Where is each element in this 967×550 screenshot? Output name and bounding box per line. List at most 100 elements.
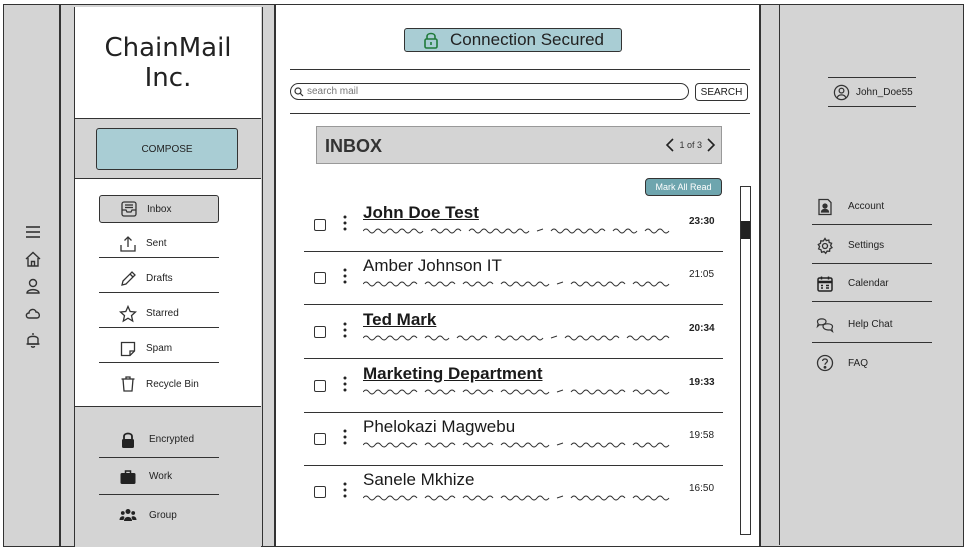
folder-recycle-bin[interactable]: Recycle Bin (99, 370, 219, 398)
folder-label: Recycle Bin (146, 378, 199, 390)
pagination: 1 of 3 (664, 137, 717, 153)
email-checkbox[interactable] (314, 433, 326, 445)
email-checkbox[interactable] (314, 272, 326, 284)
left-rail (3, 4, 60, 547)
email-preview-scribble (363, 335, 670, 341)
page-indicator: 1 of 3 (679, 140, 702, 150)
email-time: 23:30 (689, 216, 715, 227)
user-avatar-icon (833, 84, 850, 100)
question-icon (816, 354, 834, 372)
email-checkbox[interactable] (314, 380, 326, 392)
more-options-icon[interactable] (342, 481, 348, 499)
folder-label: Spam (146, 343, 173, 354)
folder-drafts[interactable]: Drafts (99, 265, 219, 293)
more-options-icon[interactable] (342, 321, 348, 339)
menu-icon[interactable] (24, 223, 42, 241)
compose-button[interactable]: COMPOSE (96, 128, 238, 170)
menu-label: Help Chat (848, 319, 893, 330)
navigation-column: ChainMail Inc. COMPOSE Inbox Sent Drafts… (74, 7, 263, 547)
home-icon[interactable] (24, 250, 42, 268)
email-row[interactable]: Phelokazi Magwebu 19:58 (304, 413, 723, 466)
people-icon (119, 509, 137, 521)
account-icon (818, 198, 832, 215)
folder-list: Inbox Sent Drafts Starred Spam Recycle B… (75, 179, 261, 407)
email-time: 19:58 (689, 430, 715, 441)
email-preview-scribble (363, 281, 670, 287)
logo-line-1: ChainMail (104, 32, 232, 63)
cloud-icon[interactable] (24, 304, 42, 322)
email-sender: John Doe Test (363, 203, 479, 222)
pencil-icon (121, 270, 136, 286)
divider (290, 69, 750, 70)
email-row[interactable]: Sanele Mkhize 16:50 (304, 466, 723, 519)
label-work[interactable]: Work (99, 459, 219, 495)
search-input[interactable] (307, 86, 667, 97)
folder-label: Inbox (147, 203, 172, 215)
scrollbar-thumb[interactable] (741, 221, 750, 239)
email-row[interactable]: Ted Mark 20:34 (304, 306, 723, 359)
email-sender: Amber Johnson IT (363, 256, 502, 275)
briefcase-icon (120, 469, 136, 484)
email-checkbox[interactable] (314, 326, 326, 338)
chevron-right-icon[interactable] (705, 137, 717, 153)
label-encrypted[interactable]: Encrypted (99, 422, 219, 458)
folder-sent[interactable]: Sent (99, 230, 219, 258)
more-options-icon[interactable] (342, 267, 348, 285)
labels-list: Encrypted Work Group (75, 407, 261, 547)
menu-label: Settings (848, 240, 885, 251)
email-time: 21:05 (689, 269, 715, 280)
menu-label: Calendar (848, 278, 889, 289)
menu-help-chat[interactable]: Help Chat (812, 307, 932, 343)
account-panel: John_Doe55 Account Settings Calendar Hel… (760, 4, 964, 547)
email-sender: Phelokazi Magwebu (363, 417, 516, 436)
folder-label: Starred (146, 308, 179, 319)
profile-icon[interactable] (24, 277, 42, 295)
divider (290, 113, 750, 114)
label-text: Encrypted (149, 434, 195, 445)
menu-calendar[interactable]: Calendar (812, 266, 932, 302)
logo-line-2: Inc. (144, 62, 192, 93)
email-time: 19:33 (689, 377, 715, 388)
email-row[interactable]: Marketing Department 19:33 (304, 360, 723, 413)
folder-inbox[interactable]: Inbox (99, 195, 219, 223)
connection-status-text: Connection Secured (449, 30, 605, 49)
scrollbar[interactable] (740, 186, 751, 535)
email-checkbox[interactable] (314, 486, 326, 498)
folder-spam[interactable]: Spam (99, 335, 219, 363)
menu-settings[interactable]: Settings (812, 228, 932, 264)
chevron-left-icon[interactable] (664, 137, 676, 153)
email-time: 20:34 (689, 323, 715, 334)
more-options-icon[interactable] (342, 375, 348, 393)
email-row[interactable]: Amber Johnson IT 21:05 (304, 252, 723, 305)
menu-faq[interactable]: FAQ (812, 345, 932, 381)
user-profile[interactable]: John_Doe55 (828, 77, 916, 107)
email-sender: Ted Mark (363, 310, 437, 329)
mark-all-read-button[interactable]: Mark All Read (645, 178, 722, 196)
folder-starred[interactable]: Starred (99, 300, 219, 328)
menu-label: FAQ (848, 357, 869, 369)
navigation-panel: ChainMail Inc. COMPOSE Inbox Sent Drafts… (60, 4, 275, 547)
email-preview-scribble (363, 442, 670, 448)
chat-icon (816, 317, 834, 333)
rail-icons (4, 223, 61, 349)
trash-icon (121, 376, 135, 392)
more-options-icon[interactable] (342, 428, 348, 446)
menu-account[interactable]: Account (812, 189, 932, 225)
folder-label: Sent (146, 238, 167, 249)
menu-label: Account (848, 201, 885, 212)
username: John_Doe55 (856, 86, 913, 98)
more-options-icon[interactable] (342, 214, 348, 232)
email-checkbox[interactable] (314, 219, 326, 231)
email-sender: Sanele Mkhize (363, 470, 475, 489)
gear-icon (817, 236, 833, 254)
label-text: Group (149, 509, 177, 521)
upload-icon (120, 235, 136, 252)
compose-area: COMPOSE (75, 119, 261, 179)
search-field[interactable] (290, 83, 689, 100)
search-button[interactable]: SEARCH (695, 83, 748, 101)
bell-icon[interactable] (24, 331, 42, 349)
lock-icon (122, 432, 134, 448)
email-row[interactable]: John Doe Test 23:30 (304, 199, 723, 252)
label-group[interactable]: Group (99, 497, 219, 533)
connection-status-badge: Connection Secured (404, 28, 622, 52)
